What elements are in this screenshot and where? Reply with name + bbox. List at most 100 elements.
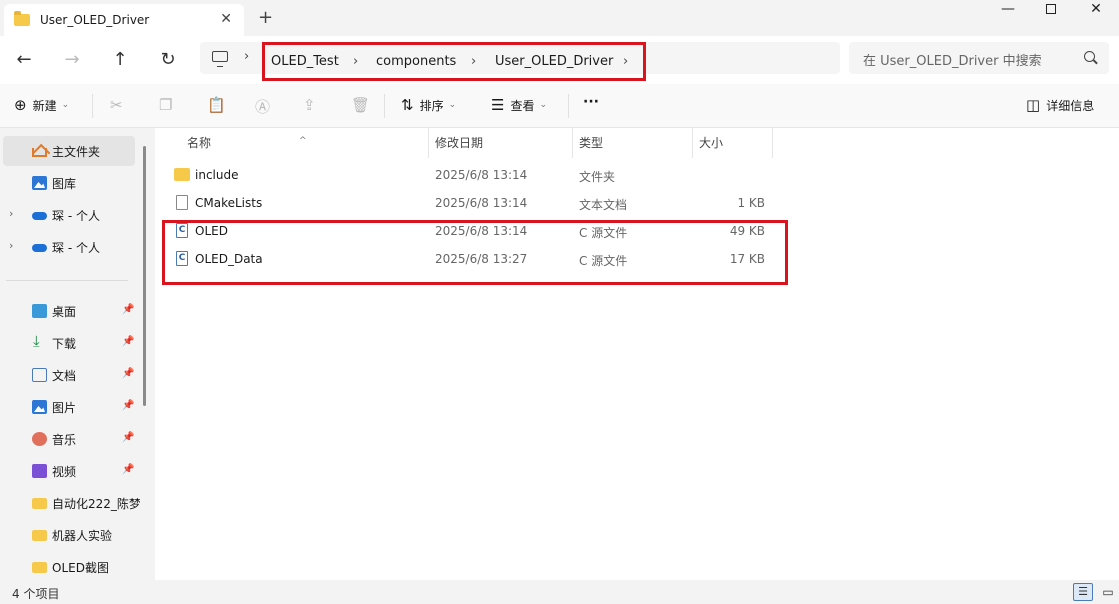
sidebar-item-label: 琛 - 个人	[52, 209, 100, 223]
folder-icon	[32, 498, 47, 509]
sidebar-item-label: 图片	[52, 401, 77, 415]
expand-chevron-icon[interactable]: ›	[9, 207, 13, 220]
tab-title: User_OLED_Driver	[40, 13, 150, 27]
sidebar-item-label: 自动化222_陈梦	[52, 497, 140, 511]
breadcrumb-separator[interactable]: ›	[353, 54, 358, 69]
sidebar-item-gallery[interactable]: 图库	[0, 168, 140, 198]
breadcrumb-components[interactable]: components	[376, 54, 456, 69]
copy-icon[interactable]: ❐	[159, 96, 172, 114]
tab-user-oled-driver[interactable]: User_OLED_Driver ✕	[4, 4, 244, 36]
sidebar-item-downloads[interactable]: ⤓ 下载 📌	[0, 328, 140, 358]
divider	[92, 94, 93, 118]
search-placeholder: 在 User_OLED_Driver 中搜索	[863, 54, 1042, 69]
chevron-down-icon: ⌄	[448, 100, 457, 110]
sidebar-item-folder-automation[interactable]: 自动化222_陈梦	[0, 488, 140, 518]
sidebar-item-folder-robot-lab[interactable]: 机器人实验	[0, 520, 140, 550]
sidebar-item-onedrive-2[interactable]: › 琛 - 个人	[0, 232, 140, 262]
forward-button[interactable]: →	[60, 48, 84, 72]
address-bar[interactable]: › OLED_Test › components › User_OLED_Dri…	[200, 42, 840, 81]
breadcrumb: OLED_Test › components › User_OLED_Drive…	[262, 42, 646, 81]
navigation-pane: 主文件夹 图库 › 琛 - 个人 › 琛 - 个人 桌面 📌 ⤓ 下载 📌 文档…	[0, 128, 150, 580]
breadcrumb-oled-test[interactable]: OLED_Test	[271, 54, 339, 69]
pin-icon[interactable]: 📌	[122, 336, 134, 347]
sidebar-item-onedrive-1[interactable]: › 琛 - 个人	[0, 200, 140, 230]
sidebar-item-label: 图库	[52, 177, 77, 191]
sidebar-item-desktop[interactable]: 桌面 📌	[0, 296, 140, 326]
search-input[interactable]: 在 User_OLED_Driver 中搜索	[849, 42, 1109, 74]
up-button[interactable]: ↑	[108, 48, 132, 72]
file-date: 2025/6/8 13:14	[435, 196, 528, 210]
new-button[interactable]: ⊕ 新建 ⌄	[14, 96, 69, 114]
details-pane-button[interactable]: ◫ 详细信息	[1026, 96, 1094, 114]
minimize-button[interactable]: —	[985, 0, 1031, 18]
close-window-button[interactable]: ✕	[1073, 0, 1119, 18]
onedrive-icon	[32, 212, 47, 220]
search-icon[interactable]	[1084, 51, 1095, 62]
music-icon	[32, 432, 47, 446]
pin-icon[interactable]: 📌	[122, 304, 134, 315]
this-pc-icon[interactable]	[212, 51, 228, 67]
back-button[interactable]: ←	[12, 48, 36, 72]
folder-icon	[32, 562, 47, 573]
sidebar-item-documents[interactable]: 文档 📌	[0, 360, 140, 390]
breadcrumb-separator[interactable]: ›	[244, 49, 249, 64]
sort-button[interactable]: ⇅ 排序 ⌄	[401, 96, 456, 114]
sidebar-item-label: 文档	[52, 369, 77, 383]
table-row[interactable]: CMakeLists 2025/6/8 13:14 文本文档 1 KB	[167, 189, 777, 217]
more-options-button[interactable]: ···	[583, 94, 599, 110]
breadcrumb-user-oled-driver[interactable]: User_OLED_Driver	[495, 54, 613, 69]
command-bar: ⊕ 新建 ⌄ ✂ ❐ 📋 Ⓐ ⇪ 🗑 ⇅ 排序 ⌄ ☰ 查看 ⌄ ··· ◫ 详…	[0, 84, 1119, 128]
paste-icon[interactable]: 📋	[207, 96, 226, 114]
divider	[384, 94, 385, 118]
maximize-icon	[1046, 4, 1056, 14]
onedrive-icon	[32, 244, 47, 252]
column-header-label: 类型	[579, 136, 604, 150]
pin-icon[interactable]: 📌	[122, 432, 134, 443]
pin-icon[interactable]: 📌	[122, 464, 134, 475]
details-view-button[interactable]: ☰	[1073, 583, 1093, 601]
navigation-bar: ← → ↑ ↻ › OLED_Test › components › User_…	[0, 36, 1119, 84]
column-header-date[interactable]: 修改日期	[429, 128, 573, 158]
share-icon[interactable]: ⇪	[303, 96, 316, 114]
videos-icon	[32, 464, 47, 478]
highlight-annotation-box	[162, 220, 788, 285]
expand-chevron-icon[interactable]: ›	[9, 239, 13, 252]
new-tab-button[interactable]: +	[258, 7, 273, 28]
gallery-icon	[32, 176, 47, 190]
tiles-view-button[interactable]: ▭	[1099, 583, 1117, 601]
text-file-icon	[176, 195, 188, 210]
view-button[interactable]: ☰ 查看 ⌄	[491, 96, 547, 114]
rename-icon[interactable]: Ⓐ	[255, 96, 270, 117]
sidebar-item-pictures[interactable]: 图片 📌	[0, 392, 140, 422]
sort-icon: ⇅	[401, 96, 414, 114]
cut-icon[interactable]: ✂	[110, 96, 123, 114]
breadcrumb-separator[interactable]: ›	[623, 54, 628, 69]
chevron-down-icon: ⌄	[61, 100, 70, 110]
column-header-type[interactable]: 类型	[573, 128, 693, 158]
pin-icon[interactable]: 📌	[122, 368, 134, 379]
item-count: 4 个项目	[12, 587, 60, 601]
sidebar-item-label: 桌面	[52, 305, 77, 319]
table-row[interactable]: include 2025/6/8 13:14 文件夹	[167, 161, 777, 189]
plus-icon: ⊕	[14, 96, 27, 114]
column-header-name[interactable]: 名称 ^	[181, 128, 429, 158]
sort-label: 排序	[419, 98, 444, 113]
sidebar-item-folder-oled-screenshots[interactable]: OLED截图	[0, 552, 140, 582]
sidebar-item-music[interactable]: 音乐 📌	[0, 424, 140, 454]
pin-icon[interactable]: 📌	[122, 400, 134, 411]
status-bar: 4 个项目 ☰ ▭	[0, 580, 1119, 604]
divider	[568, 94, 569, 118]
sidebar-scrollbar[interactable]	[143, 146, 146, 406]
breadcrumb-separator[interactable]: ›	[471, 54, 476, 69]
view-icon: ☰	[491, 96, 505, 114]
maximize-button[interactable]	[1028, 0, 1074, 18]
file-name: include	[195, 168, 239, 182]
sidebar-item-label: 主文件夹	[52, 145, 101, 159]
sidebar-item-videos[interactable]: 视频 📌	[0, 456, 140, 486]
sidebar-item-label: 琛 - 个人	[52, 241, 100, 255]
sidebar-item-home[interactable]: 主文件夹	[3, 136, 135, 166]
tab-close-icon[interactable]: ✕	[220, 11, 232, 27]
refresh-button[interactable]: ↻	[156, 48, 180, 72]
delete-icon[interactable]: 🗑	[351, 96, 370, 114]
column-header-size[interactable]: 大小	[693, 128, 773, 158]
